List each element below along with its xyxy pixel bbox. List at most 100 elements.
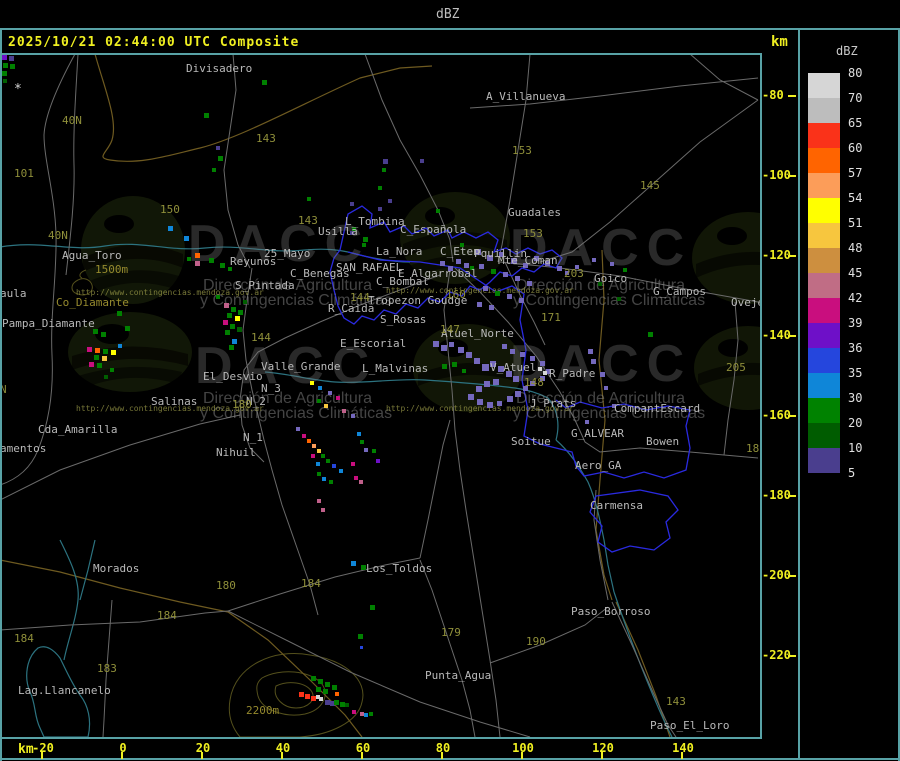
radar-echo-cell	[648, 332, 653, 337]
radar-echo-cell	[117, 311, 122, 316]
place-label: S_Pintada	[235, 279, 295, 292]
radar-echo-cell	[342, 409, 346, 413]
route-number-label: 18	[746, 442, 760, 455]
radar-echo-cell	[317, 499, 321, 503]
radar-echo-cell	[321, 454, 325, 458]
radar-echo-cell	[351, 414, 355, 418]
map-border-bottom	[0, 737, 762, 739]
legend-value: 57	[848, 166, 863, 180]
route-number-label: 205	[726, 361, 746, 374]
place-label: El_Desvio	[203, 370, 263, 383]
legend-swatch	[808, 173, 840, 198]
radar-app-window: dBZ 2025/10/21 02:44:00 UTC Composite km	[0, 0, 900, 761]
radar-echo-cell	[441, 345, 447, 351]
radar-echo-cell	[316, 687, 321, 692]
radar-echo-cell	[515, 276, 520, 281]
place-label: G_Campos	[653, 285, 706, 298]
legend-swatch	[808, 273, 840, 298]
legend-value: 5	[848, 466, 856, 480]
radar-echo-cell	[318, 386, 322, 390]
radar-echo-cell	[335, 692, 339, 696]
radar-echo-cell	[326, 459, 330, 463]
radar-echo-cell	[617, 297, 621, 301]
radar-echo-cell	[452, 362, 457, 367]
x-axis-tick	[601, 752, 603, 759]
radar-echo-cell	[363, 237, 368, 242]
legend-swatch	[808, 98, 840, 123]
radar-echo-cell	[216, 146, 220, 150]
radar-echo-cell	[322, 477, 326, 481]
radar-echo-cell	[507, 396, 513, 402]
x-axis-tick	[361, 752, 363, 759]
radar-echo-cell	[482, 364, 489, 371]
legend-swatch	[808, 423, 840, 448]
y-axis-label: -160	[762, 408, 791, 422]
radar-echo-cell	[493, 379, 499, 385]
radar-echo-cell	[184, 236, 189, 241]
place-label: S_Rosas	[380, 313, 427, 326]
radar-echo-cell	[311, 676, 316, 681]
radar-echo-cell	[466, 352, 472, 358]
legend-value: 80	[848, 66, 863, 80]
radar-echo-cell	[479, 264, 484, 269]
route-number-label: 180	[216, 579, 236, 592]
radar-echo-cell	[323, 689, 328, 694]
radar-echo-cell	[378, 186, 382, 190]
route-number-label: 143	[256, 132, 276, 145]
radar-echo-cell	[168, 226, 173, 231]
radar-echo-cell	[334, 700, 339, 705]
y-axis-tick	[788, 495, 796, 497]
radar-echo-cell	[2, 55, 7, 60]
place-label: Soitue	[511, 435, 551, 448]
place-label: V_Atuel	[490, 361, 537, 374]
route-number-label: 203	[564, 267, 584, 280]
place-label: aula	[0, 287, 27, 300]
radar-echo-cell	[382, 168, 386, 172]
map-border-top	[0, 53, 761, 55]
radar-echo-cell	[519, 298, 524, 303]
x-axis-tick	[521, 752, 523, 759]
radar-echo-cell	[362, 243, 366, 247]
map-border-right	[760, 53, 762, 739]
radar-echo-cell	[540, 361, 545, 366]
legend-swatch	[808, 373, 840, 398]
route-number-label: 184	[14, 632, 34, 645]
place-label: Paso_El_Loro	[650, 719, 730, 732]
x-axis-label: 60	[355, 741, 371, 755]
legend-swatch	[808, 348, 840, 373]
place-label: Nihuil	[216, 446, 256, 459]
legend-value: 54	[848, 191, 863, 205]
route-number-label: 40N	[48, 229, 68, 242]
frame-bottom	[0, 758, 900, 760]
place-label: Bowen	[646, 435, 680, 448]
radar-echo-cell	[311, 454, 315, 458]
radar-echo-cell	[585, 420, 589, 424]
radar-echo-cell	[364, 448, 368, 452]
radar-echo-cell	[352, 710, 356, 714]
radar-echo-cell	[462, 369, 466, 373]
radar-echo-cell	[358, 634, 363, 639]
route-number-label: 144	[251, 331, 271, 344]
radar-echo-cell	[2, 71, 7, 76]
y-axis-label: -180	[762, 488, 791, 502]
radar-echo-cell	[527, 281, 532, 286]
radar-echo-cell	[357, 432, 361, 436]
x-axis-tick	[41, 752, 43, 759]
radar-echo-cell	[491, 269, 496, 274]
radar-map[interactable]: DACC Dirección de Agricultura y Contingenc…	[0, 53, 760, 737]
radar-echo-cell	[195, 261, 200, 266]
radar-echo-cell	[329, 480, 333, 484]
radar-echo-cell	[216, 295, 220, 299]
place-label: N_3	[261, 382, 281, 395]
radar-echo-cell	[302, 434, 306, 438]
radar-echo-cell	[604, 386, 608, 390]
radar-echo-cell	[369, 712, 373, 716]
radar-echo-cell	[224, 303, 229, 308]
radar-echo-cell	[600, 372, 605, 377]
radar-echo-cell	[243, 300, 247, 304]
radar-echo-cell	[507, 294, 512, 299]
radar-echo-cell	[442, 364, 447, 369]
legend-swatch	[808, 248, 840, 273]
radar-echo-cell	[232, 339, 237, 344]
place-label: L_Malvinas	[362, 362, 429, 375]
